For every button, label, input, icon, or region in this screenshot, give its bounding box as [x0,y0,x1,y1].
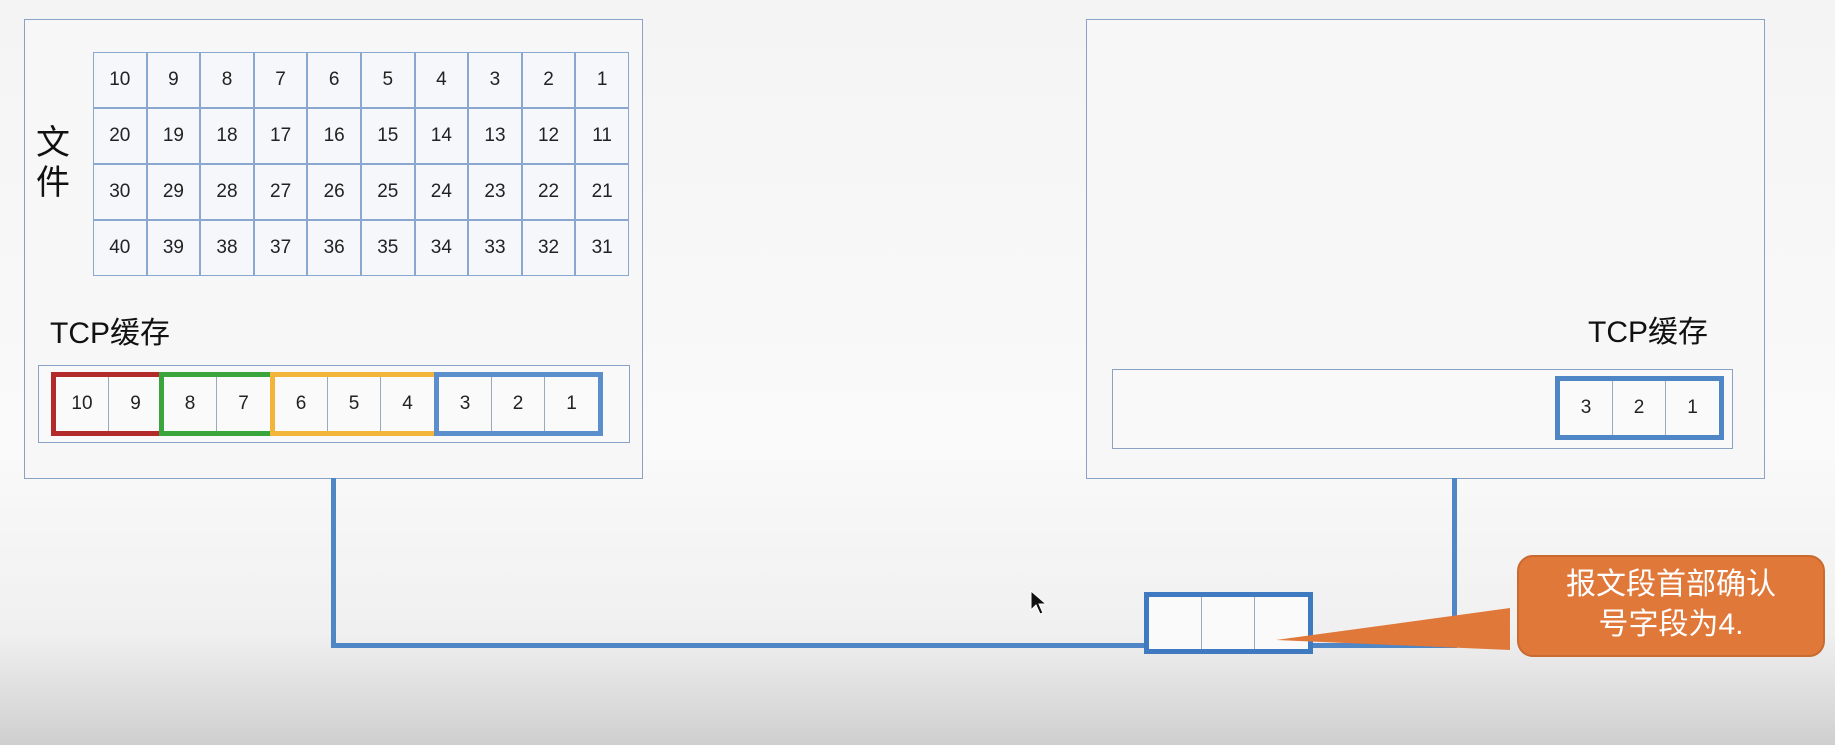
file-block: 15 [360,108,415,164]
segment-byte: 1 [1687,397,1698,418]
file-block: 24 [414,164,469,220]
segment-byte: 4 [402,393,413,414]
file-block: 9 [146,52,201,108]
sender-tcp-buffer-label: TCP缓存 [50,317,170,350]
file-block: 33 [468,220,522,276]
receiver-buffered-segment: 321 [1555,376,1724,440]
file-block: 21 [575,164,629,220]
file-block: 30 [93,164,147,220]
file-block: 16 [307,108,361,164]
sender-vertical-wire [331,478,336,648]
mouse-cursor-icon [1030,590,1048,615]
segment-byte: 8 [164,377,217,431]
file-block: 2 [521,52,576,108]
file-block: 17 [253,108,308,164]
callout-pointer [1276,608,1510,650]
file-block: 40 [93,220,147,276]
file-block: 18 [200,108,254,164]
file-block: 26 [307,164,361,220]
segment-byte [1149,597,1202,649]
file-block: 39 [146,220,201,276]
segment-byte [1202,597,1255,649]
file-block: 38 [200,220,254,276]
sender-segment: 87 [159,372,275,436]
segment-byte: 7 [238,393,249,414]
file-block: 5 [360,52,415,108]
file-block: 28 [200,164,254,220]
file-block: 29 [146,164,201,220]
file-block: 11 [575,108,629,164]
file-block: 10 [93,52,147,108]
segment-byte: 9 [130,393,141,414]
callout-line-2: 号字段为4. [1598,608,1744,641]
sender-segment: 654 [270,372,439,436]
sender-segment: 10 9 [51,372,167,436]
file-block: 20 [93,108,147,164]
file-block: 31 [575,220,629,276]
file-block: 34 [414,220,469,276]
file-block: 23 [468,164,522,220]
segment-byte: 2 [492,377,545,431]
file-block: 6 [307,52,361,108]
segment-byte: 3 [1560,381,1613,435]
segment-byte: 1 [566,393,577,414]
ack-callout: 报文段首部确认 号字段为4. [1517,555,1825,657]
file-block: 27 [253,164,308,220]
file-block: 1 [575,52,629,108]
file-block: 32 [521,220,576,276]
file-block: 12 [521,108,576,164]
callout-line-1: 报文段首部确认 [1566,568,1776,601]
file-grid: 10 9 8 7 6 5 4 3 2 1 20 19 18 17 16 15 14 13 12 11 30 29 28 27 2… [93,52,629,276]
file-block: 7 [253,52,308,108]
segment-byte: 6 [275,377,328,431]
file-block: 3 [468,52,522,108]
segment-byte: 5 [328,377,381,431]
file-block: 14 [414,108,469,164]
file-block: 4 [414,52,469,108]
receiver-tcp-buffer-label: TCP缓存 [1588,316,1708,349]
segment-byte: 2 [1613,381,1666,435]
file-block: 36 [307,220,361,276]
file-label: 文件 [36,124,70,202]
segment-byte: 10 [56,377,109,431]
file-block: 19 [146,108,201,164]
file-block: 35 [360,220,415,276]
file-block: 25 [360,164,415,220]
segment-byte: 3 [439,377,492,431]
sender-segment: 321 [434,372,603,436]
file-block: 8 [200,52,254,108]
file-block: 22 [521,164,576,220]
file-block: 13 [468,108,522,164]
file-block: 37 [253,220,308,276]
